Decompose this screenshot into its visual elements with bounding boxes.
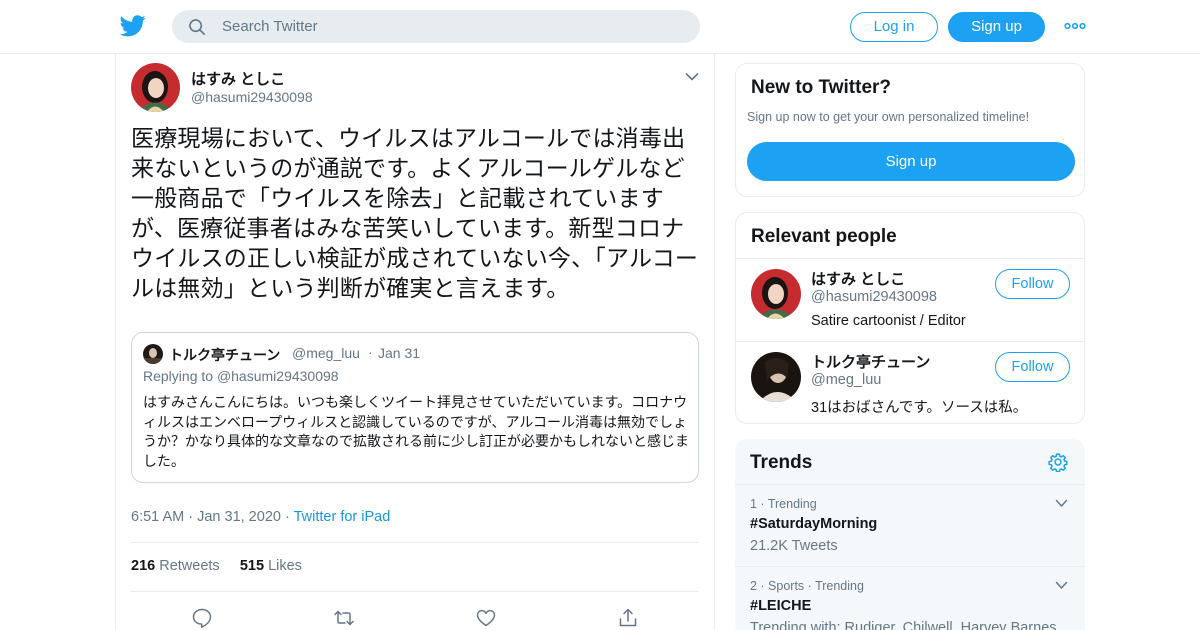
person-item[interactable]: トルク亭チューン @meg_luu 31はおばさんです。ソースは私。 Follo… <box>736 341 1084 423</box>
twitter-bird-logo-icon[interactable] <box>120 14 146 38</box>
person-item[interactable]: はすみ としこ @hasumi29430098 Satire cartoonis… <box>736 258 1084 341</box>
retweets-label: Retweets <box>159 558 220 574</box>
trend-name[interactable]: #SaturdayMorning <box>750 516 877 532</box>
chevron-down-icon[interactable] <box>1055 499 1068 508</box>
person-bio: 31はおばさんです。ソースは私。 <box>811 400 1028 416</box>
quoted-author-avatar <box>143 344 163 364</box>
like-heart-icon[interactable] <box>475 607 497 629</box>
trend-related: Trending with: Rudiger, Chilwell, Harvey… <box>750 620 1057 630</box>
tweet-text: 医療現場において、ウイルスはアルコールでは消毒出来ないというのが通説です。よくア… <box>131 125 699 301</box>
separator-dot: · <box>368 344 373 360</box>
search-input[interactable] <box>222 10 682 43</box>
new-to-twitter-card: New to Twitter? Sign up now to get your … <box>735 63 1085 197</box>
author-avatar[interactable] <box>131 63 180 112</box>
separator-dot: · <box>284 509 294 525</box>
reply-icon[interactable] <box>191 607 213 629</box>
gear-icon[interactable] <box>1048 452 1068 472</box>
signup-button[interactable]: Sign up <box>948 12 1045 42</box>
trends-title: Trends <box>750 452 813 473</box>
trend-item[interactable]: 1 · Trending #SaturdayMorning 21.2K Twee… <box>735 484 1085 566</box>
relevant-people-title: Relevant people <box>751 226 897 247</box>
person-name[interactable]: はすみ としこ <box>811 268 905 289</box>
divider <box>131 591 699 592</box>
trend-item[interactable]: 2 · Sports · Trending #LEICHE Trending w… <box>735 566 1085 630</box>
person-handle[interactable]: @meg_luu <box>811 372 881 388</box>
search-icon <box>189 19 206 36</box>
person-name[interactable]: トルク亭チューン <box>811 351 930 372</box>
top-navigation-bar: Log in Sign up <box>0 0 1200 54</box>
tweet-time: 6:51 AM <box>131 509 185 525</box>
search-box[interactable] <box>172 10 700 43</box>
sidebar-signup-button[interactable]: Sign up <box>747 142 1075 181</box>
quoted-date: Jan 31 <box>378 345 421 361</box>
relevant-people-card: Relevant people はすみ としこ @hasumi29430098 … <box>735 212 1085 424</box>
trend-meta: 2 · Sports · Trending <box>750 579 864 593</box>
follow-button[interactable]: Follow <box>995 352 1070 382</box>
tweet-date: Jan 31, 2020 <box>197 509 281 525</box>
tweet-stats: 216 Retweets 515 Likes <box>131 558 302 574</box>
follow-button[interactable]: Follow <box>995 269 1070 299</box>
chevron-down-icon[interactable] <box>685 72 699 82</box>
likes-label: Likes <box>268 558 302 574</box>
trend-tweet-count: 21.2K Tweets <box>750 538 838 554</box>
likes-stat[interactable]: 515 Likes <box>240 558 302 574</box>
divider <box>131 542 699 543</box>
quoted-text: はすみさんこんにちは。いつも楽しくツイート拝見させていただいています。コロナウィ… <box>143 394 689 469</box>
person-avatar[interactable] <box>751 269 801 319</box>
more-options-icon[interactable] <box>1064 20 1086 32</box>
replying-to-handle: @hasumi29430098 <box>216 368 339 384</box>
quoted-author-name: トルク亭チューン <box>169 347 281 363</box>
login-button[interactable]: Log in <box>850 12 938 42</box>
separator-dot: · <box>188 509 198 525</box>
author-handle[interactable]: @hasumi29430098 <box>191 89 313 105</box>
new-to-twitter-title: New to Twitter? <box>751 77 892 98</box>
tweet-meta: 6:51 AM · Jan 31, 2020 · Twitter for iPa… <box>131 509 390 525</box>
trend-name[interactable]: #LEICHE <box>750 598 811 614</box>
retweet-icon[interactable] <box>333 607 355 629</box>
new-to-twitter-subtitle: Sign up now to get your own personalized… <box>747 110 1030 124</box>
quoted-tweet[interactable]: トルク亭チューン @meg_luu · Jan 31 Replying to @… <box>131 332 699 483</box>
chevron-down-icon[interactable] <box>1055 581 1068 590</box>
tweet-detail: はすみ としこ @hasumi29430098 医療現場において、ウイルスはアル… <box>115 54 715 630</box>
retweets-stat[interactable]: 216 Retweets <box>131 558 220 574</box>
author-name[interactable]: はすみ としこ <box>191 68 285 89</box>
person-handle[interactable]: @hasumi29430098 <box>811 289 937 305</box>
person-avatar[interactable] <box>751 352 801 402</box>
quoted-author-handle: @meg_luu <box>292 345 360 361</box>
likes-count: 515 <box>239 558 265 574</box>
retweets-count: 216 <box>131 558 156 574</box>
share-icon[interactable] <box>617 607 639 629</box>
replying-to-line: Replying to @hasumi29430098 <box>143 368 339 384</box>
replying-to-label: Replying to <box>143 368 214 384</box>
trend-meta: 1 · Trending <box>750 497 817 511</box>
person-bio: Satire cartoonist / Editor <box>811 313 966 329</box>
tweet-source-link[interactable]: Twitter for iPad <box>294 509 391 525</box>
trends-card: Trends 1 · Trending #SaturdayMorning 21.… <box>735 439 1085 630</box>
